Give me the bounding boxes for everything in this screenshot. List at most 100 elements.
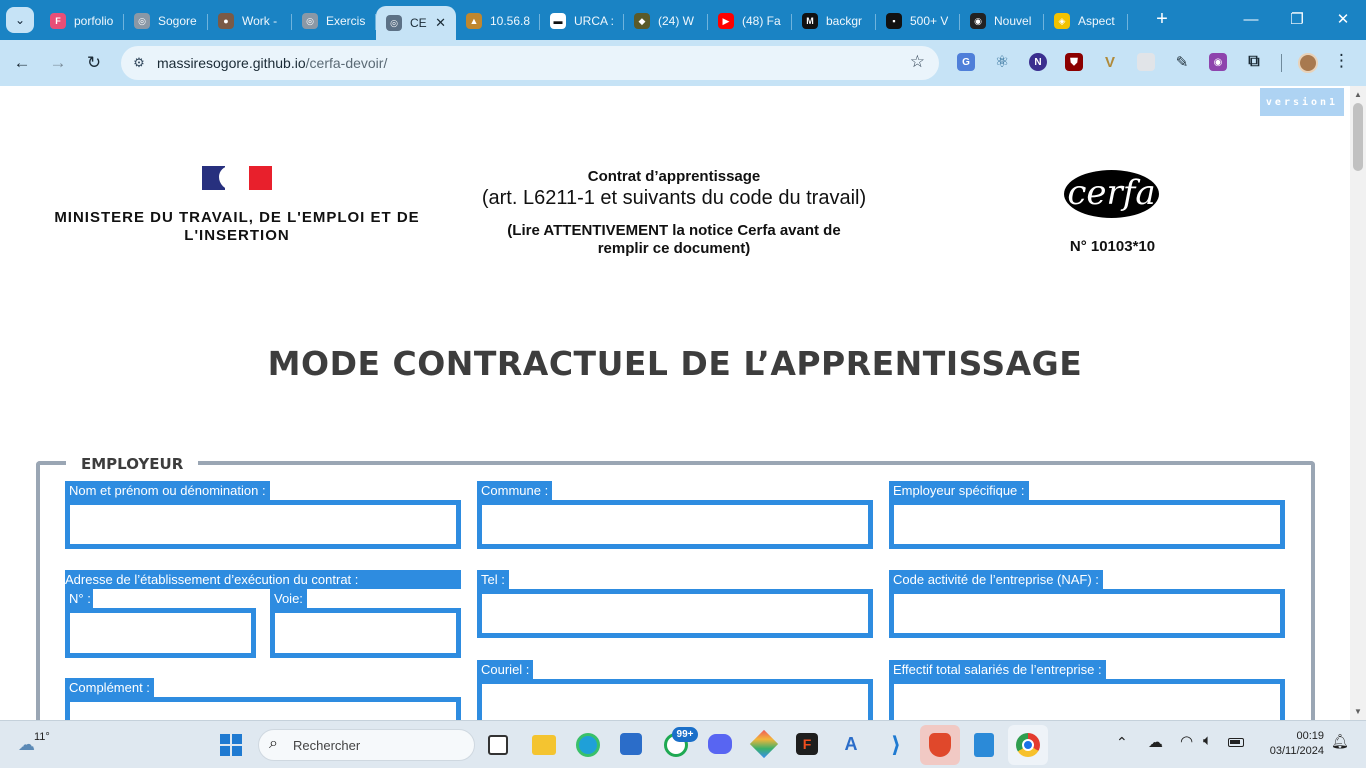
tab-favicon-icon: F	[50, 13, 66, 29]
weather-widget[interactable]: ☁ 11°	[16, 731, 64, 759]
notepad-icon[interactable]	[974, 733, 994, 757]
notification-bell-icon[interactable]: 🔔︎	[1331, 733, 1349, 750]
page-scrollbar[interactable]: ▲ ▼	[1350, 86, 1366, 720]
edge-icon[interactable]	[576, 733, 600, 757]
tel-label: Tel :	[477, 570, 509, 589]
browser-tab[interactable]: ● Work -	[208, 7, 292, 35]
translate-extension-icon[interactable]: G	[957, 53, 975, 71]
browser-tab[interactable]: ◎ Sogore	[124, 7, 208, 35]
n-extension-icon[interactable]: N	[1029, 53, 1047, 71]
clock[interactable]: 00:19 03/11/2024	[1258, 729, 1324, 759]
v-extension-icon[interactable]: V	[1101, 53, 1119, 71]
browser-tab-strip: ⌄ Fporfolio ◎ Sogore ● Work - ◎ Exercis ◎ CE ✕ ▲ 10…	[0, 0, 1366, 40]
browser-tab[interactable]: Fporfolio	[40, 7, 124, 35]
vpn-extension-icon[interactable]: ◉	[1209, 53, 1227, 71]
close-window-button[interactable]: ✕	[1320, 8, 1366, 32]
scroll-up-icon[interactable]: ▲	[1354, 90, 1362, 99]
close-tab-icon[interactable]: ✕	[435, 15, 446, 31]
tab-list: Fporfolio ◎ Sogore ● Work - ◎ Exercis ◎ CE ✕ ▲ 10.5…	[40, 6, 1128, 40]
profile-avatar[interactable]	[1298, 53, 1318, 73]
tab-title: 500+ V	[910, 14, 949, 28]
wifi-icon[interactable]: ◠	[1180, 732, 1193, 750]
store-icon[interactable]	[620, 733, 642, 755]
app-a-icon[interactable]: A	[840, 733, 862, 755]
url-text[interactable]: massiresogore.github.io/cerfa-devoir/	[157, 55, 387, 71]
minimize-icon: —	[1243, 11, 1259, 28]
battery-icon[interactable]	[1228, 738, 1244, 747]
tab-title: Aspect	[1078, 14, 1115, 28]
search-placeholder: Rechercher	[293, 738, 361, 753]
tab-title: backgr	[826, 14, 863, 28]
discord-icon[interactable]	[708, 734, 732, 754]
commune-input[interactable]	[477, 500, 873, 549]
taskbar-search-box[interactable]: ⌕ Rechercher	[258, 729, 475, 761]
courriel-input[interactable]	[477, 679, 873, 720]
bookmark-star-icon[interactable]: ☆	[910, 52, 925, 72]
browser-tab[interactable]: ▬ URCA :	[540, 7, 624, 35]
tab-favicon-icon: ◎	[134, 13, 150, 29]
tab-title: Nouvel	[994, 14, 1032, 28]
browser-tab[interactable]: ▲ 10.56.8	[456, 7, 540, 35]
browser-tab[interactable]: ◆ (24) W	[624, 7, 708, 35]
browser-tab[interactable]: Mbackgr	[792, 7, 876, 35]
extensions-puzzle-icon[interactable]: ⧉	[1245, 53, 1263, 71]
react-devtools-extension-icon[interactable]: ⚛	[993, 53, 1011, 71]
file-explorer-icon[interactable]	[532, 735, 556, 755]
cerfa-logo: cerfa	[1064, 170, 1159, 218]
page-heading: MODE CONTRACTUEL DE L’APPRENTISSAGE	[267, 344, 1083, 383]
whatsapp-notification-badge: 99+	[672, 727, 698, 742]
figma-icon[interactable]: F	[796, 733, 818, 755]
browser-tab[interactable]: ◉ Nouvel	[960, 7, 1044, 35]
forward-button[interactable]: →	[47, 52, 69, 74]
browser-tab[interactable]: ◎ CE ✕	[376, 6, 456, 40]
blank-extension-icon[interactable]	[1137, 53, 1155, 71]
task-view-icon[interactable]	[488, 735, 508, 755]
browser-tab[interactable]: ◈ Aspect	[1044, 7, 1128, 35]
nom-label: Nom et prénom ou dénomination :	[65, 481, 270, 500]
browser-menu-button[interactable]: ⋮	[1333, 51, 1350, 71]
restore-button[interactable]: ❐	[1274, 8, 1320, 32]
tab-favicon-icon: ▶	[718, 13, 734, 29]
scrollbar-thumb[interactable]	[1353, 103, 1363, 171]
eyedropper-extension-icon[interactable]: ✎	[1173, 53, 1191, 71]
effectif-label: Effectif total salariés de l’entreprise …	[889, 660, 1106, 679]
numero-input[interactable]	[65, 608, 256, 658]
tab-title: 10.56.8	[490, 14, 531, 28]
nom-input[interactable]	[65, 500, 461, 549]
effectif-input[interactable]	[889, 679, 1285, 720]
complement-input[interactable]	[65, 697, 461, 720]
start-button[interactable]	[220, 734, 242, 756]
voie-input[interactable]	[270, 608, 461, 658]
tel-input[interactable]	[477, 589, 873, 638]
cloud-moon-icon: ☁	[18, 735, 35, 754]
more-vertical-icon: ⋮	[1333, 51, 1350, 70]
sourcetree-icon[interactable]	[749, 729, 779, 759]
browser-tab[interactable]: ◎ Exercis	[292, 7, 376, 35]
reload-button[interactable]: ↻	[83, 52, 105, 74]
vscode-icon[interactable]: ⟩	[884, 733, 908, 757]
courriel-label: Couriel :	[477, 660, 534, 679]
browser-tab[interactable]: ▶ (48) Fa	[708, 7, 792, 35]
browser-tab[interactable]: ▪ 500+ V	[876, 7, 960, 35]
employeur-specifique-input[interactable]	[889, 500, 1285, 549]
chrome-icon[interactable]	[1016, 733, 1040, 757]
show-hidden-icons-chevron[interactable]: ⌃	[1116, 734, 1128, 751]
no-network-cloud-icon[interactable]: ☁	[1148, 733, 1163, 751]
site-info-icon[interactable]: ⚙	[129, 53, 149, 73]
tab-favicon-icon: ◎	[302, 13, 318, 29]
scroll-down-icon[interactable]: ▼	[1354, 707, 1362, 716]
naf-input[interactable]	[889, 589, 1285, 638]
tab-title: (24) W	[658, 14, 694, 28]
chevron-down-icon: ⌄	[14, 13, 26, 27]
address-bar[interactable]: ⚙ massiresogore.github.io/cerfa-devoir/ …	[121, 46, 939, 80]
numero-label: N° :	[65, 589, 93, 608]
back-button[interactable]: ←	[11, 52, 33, 74]
volume-icon[interactable]: 🔈︎	[1203, 732, 1212, 749]
naf-label: Code activité de l’entreprise (NAF) :	[889, 570, 1103, 589]
ublock-extension-icon[interactable]: ⛊	[1065, 53, 1083, 71]
search-icon: ⌕	[269, 735, 278, 752]
minimize-button[interactable]: —	[1228, 8, 1274, 32]
tab-search-button[interactable]: ⌄	[6, 7, 34, 33]
new-tab-button[interactable]: +	[1152, 9, 1172, 29]
brave-icon[interactable]	[920, 725, 960, 765]
